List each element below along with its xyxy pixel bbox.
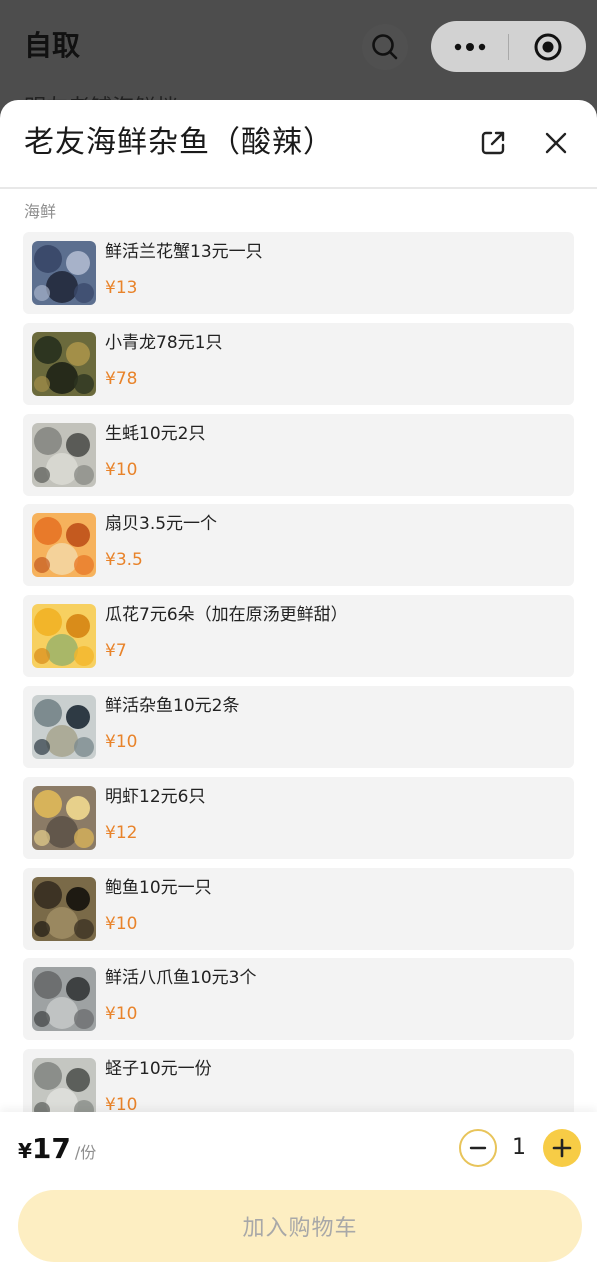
list-item[interactable]: 生蚝10元2只 ¥10 (23, 413, 574, 496)
list-item[interactable]: 瓜花7元6朵（加在原汤更鲜甜） ¥7 (23, 595, 574, 678)
crab-photo (32, 241, 96, 305)
item-list[interactable]: 鲜活兰花蟹13元一只 ¥13 小青龙78元1只 ¥78 生蚝10元2只 ¥10 扇贝3.5元… (23, 232, 574, 1112)
list-item[interactable]: 扇贝3.5元一个 ¥3.5 (23, 504, 574, 587)
price-block: ¥ 17 /份 (18, 1132, 96, 1165)
list-item[interactable]: 鲜活八爪鱼10元3个 ¥10 (23, 958, 574, 1041)
shrimp-photo (32, 785, 96, 850)
minus-icon (469, 1146, 487, 1150)
item-name: 小青龙78元1只 (105, 332, 223, 353)
product-thumbnail (32, 876, 96, 941)
list-item[interactable]: 小青龙78元1只 ¥78 (23, 322, 574, 405)
bottom-bar: ¥ 17 /份 1 加入购物车 (0, 1112, 597, 1275)
item-price: ¥10 (105, 1004, 138, 1025)
search-button[interactable] (362, 24, 408, 70)
sheet-header: 老友海鲜杂鱼（酸辣） (0, 100, 597, 189)
price-currency: ¥ (18, 1139, 32, 1163)
item-name: 鲍鱼10元一只 (105, 877, 212, 898)
product-thumbnail (32, 422, 96, 487)
product-thumbnail (32, 785, 96, 850)
item-price: ¥3.5 (105, 550, 143, 571)
item-price: ¥10 (105, 913, 138, 934)
scallop-photo (32, 513, 96, 578)
section-label: 海鲜 (24, 202, 57, 221)
share-button[interactable] (476, 126, 510, 160)
mixed-fish-photo (32, 694, 96, 759)
quantity-value: 1 (512, 1135, 526, 1160)
product-thumbnail (32, 694, 96, 759)
item-name: 鲜活八爪鱼10元3个 (105, 968, 257, 989)
decrease-quantity-button[interactable] (459, 1129, 497, 1167)
product-thumbnail (32, 604, 96, 669)
more-button[interactable] (431, 21, 508, 72)
exit-mini-program-button[interactable] (509, 21, 586, 72)
item-price: ¥12 (105, 822, 138, 843)
abalone-photo (32, 876, 96, 941)
lobster-photo (32, 331, 96, 396)
product-thumbnail (32, 513, 96, 578)
list-item[interactable]: 鲍鱼10元一只 ¥10 (23, 867, 574, 950)
product-thumbnail (32, 331, 96, 396)
product-thumbnail (32, 967, 96, 1032)
share-external-icon (481, 131, 505, 155)
target-close-icon (534, 33, 561, 60)
item-price: ¥10 (105, 459, 138, 480)
mini-program-capsule (431, 21, 586, 72)
more-dots-icon (454, 42, 485, 51)
item-name: 生蚝10元2只 (105, 423, 206, 444)
list-item[interactable]: 鲜活兰花蟹13元一只 ¥13 (23, 232, 574, 314)
item-price: ¥78 (105, 368, 138, 389)
plus-icon (552, 1138, 572, 1158)
add-to-cart-button[interactable]: 加入购物车 (18, 1190, 582, 1262)
item-name: 蛏子10元一份 (105, 1059, 212, 1080)
oyster-photo (32, 422, 96, 487)
search-icon (372, 34, 398, 60)
item-name: 扇贝3.5元一个 (105, 514, 218, 535)
close-icon (545, 132, 567, 154)
price-value: 17 (31, 1132, 71, 1165)
item-price: ¥13 (105, 278, 138, 298)
close-button[interactable] (539, 126, 573, 160)
item-name: 瓜花7元6朵（加在原汤更鲜甜） (105, 605, 348, 626)
item-name: 鲜活杂鱼10元2条 (105, 695, 240, 716)
product-detail-sheet: 老友海鲜杂鱼（酸辣） 海鲜 鲜活兰花蟹13元一只 ¥13 小青龙78元1只 ¥78 生蚝… (0, 100, 597, 1275)
sheet-title: 老友海鲜杂鱼（酸辣） (24, 125, 334, 160)
octopus-photo (32, 967, 96, 1032)
squash-flower-photo (32, 604, 96, 669)
background-header: 自取 明友老铺海鲜档 (0, 0, 597, 102)
price-unit: /份 (74, 1143, 97, 1162)
item-price: ¥10 (105, 1095, 138, 1112)
product-thumbnail (32, 1058, 96, 1112)
list-item[interactable]: 明虾12元6只 ¥12 (23, 776, 574, 859)
product-thumbnail (32, 241, 96, 305)
list-item[interactable]: 鲜活杂鱼10元2条 ¥10 (23, 685, 574, 768)
item-name: 鲜活兰花蟹13元一只 (105, 242, 263, 262)
background-page-title: 自取 (24, 29, 81, 62)
item-name: 明虾12元6只 (105, 786, 206, 807)
item-price: ¥7 (105, 641, 127, 662)
item-price: ¥10 (105, 731, 138, 752)
razor-clam-photo (32, 1058, 96, 1112)
list-item[interactable]: 蛏子10元一份 ¥10 (23, 1049, 574, 1112)
increase-quantity-button[interactable] (543, 1129, 581, 1167)
